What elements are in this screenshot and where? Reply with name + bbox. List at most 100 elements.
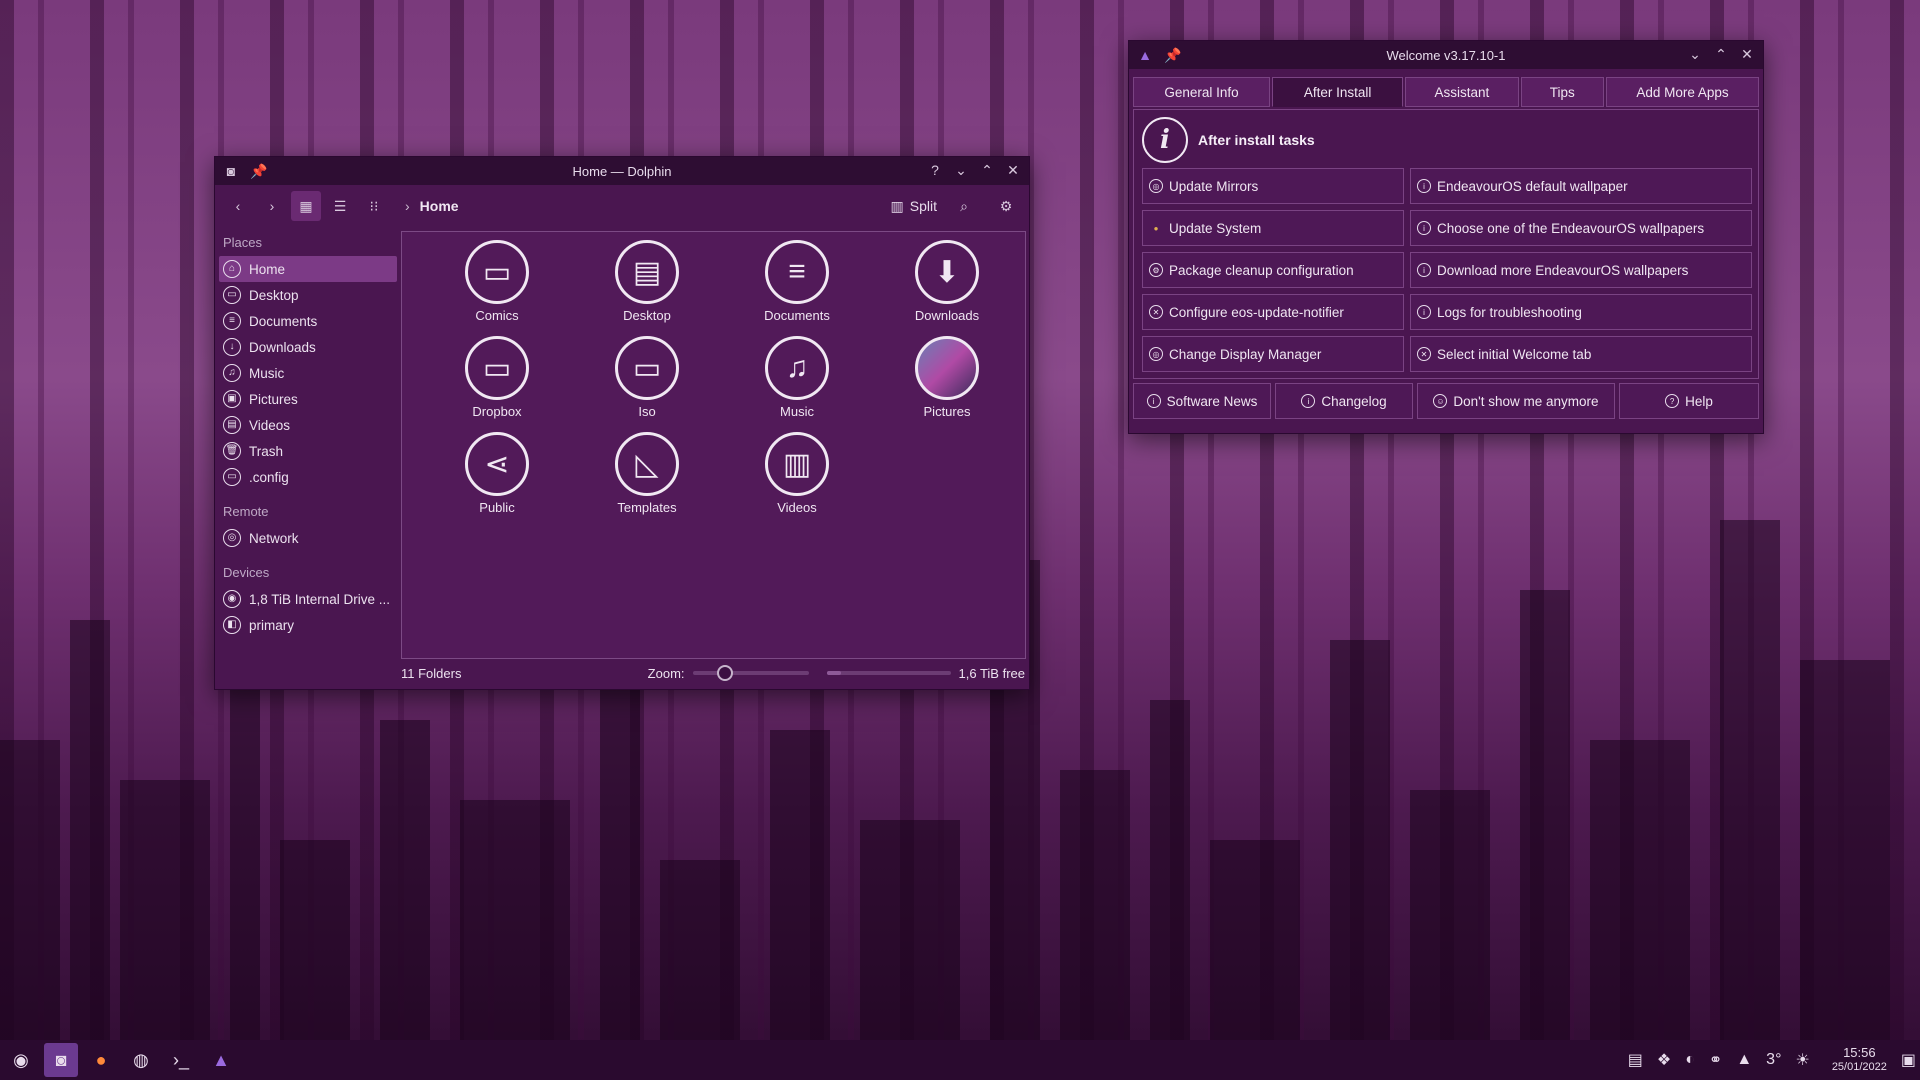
film-icon: ▥ <box>765 432 829 496</box>
file-item[interactable]: ▭ Dropbox <box>422 336 572 432</box>
spotify-icon[interactable]: ◍ <box>124 1043 158 1077</box>
dolphin-app-icon[interactable]: ◙ <box>221 161 241 181</box>
place-desktop[interactable]: ▭ Desktop <box>219 282 397 308</box>
file-view[interactable]: ▭ Comics ▤ Desktop ≡ Documents ⬇ Downloads ▭… <box>401 231 1026 659</box>
music-folder-icon: ♫ <box>765 336 829 400</box>
place-videos[interactable]: ▤ Videos <box>219 412 397 438</box>
update-mirrors-button[interactable]: ◎ Update Mirrors <box>1142 168 1404 204</box>
download-wallpapers-button[interactable]: i Download more EndeavourOS wallpapers <box>1410 252 1752 288</box>
help-button[interactable]: ? Help <box>1619 383 1759 419</box>
network-tray-icon[interactable]: ⚭ <box>1709 1050 1722 1070</box>
place-documents[interactable]: ≡ Documents <box>219 308 397 334</box>
select-initial-tab-button[interactable]: ✕ Select initial Welcome tab <box>1410 336 1752 372</box>
place-network[interactable]: ◎ Network <box>219 525 397 551</box>
tab-assistant[interactable]: Assistant <box>1405 77 1519 107</box>
file-item[interactable]: ⋖ Public <box>422 432 572 528</box>
welcome-tabs: General Info After Install Assistant Tip… <box>1129 69 1763 109</box>
dropbox-icon[interactable]: ❖ <box>1657 1050 1671 1070</box>
clock[interactable]: 15:56 25/01/2022 <box>1832 1046 1887 1074</box>
dolphin-toolbar: ‹ › ▦ ☰ ⁝⁝ › Home ▥ Split ⌕ ⚙ <box>215 185 1029 227</box>
terminal-icon[interactable]: ›_ <box>164 1043 198 1077</box>
file-item[interactable]: ⬇ Downloads <box>872 240 1022 336</box>
file-item[interactable]: ♫ Music <box>722 336 872 432</box>
place-trash[interactable]: 🗑 Trash <box>219 438 397 464</box>
file-item[interactable]: ▤ Desktop <box>572 240 722 336</box>
clock-date: 25/01/2022 <box>1831 1061 1887 1073</box>
choose-wallpaper-button[interactable]: i Choose one of the EndeavourOS wallpaper… <box>1410 210 1752 246</box>
details-view-button[interactable]: ☰ <box>325 191 355 221</box>
trash-icon: 🗑 <box>223 442 241 460</box>
pin-icon[interactable]: 📌 <box>1163 45 1183 65</box>
search-icon: ⌕ <box>960 197 968 214</box>
changelog-button[interactable]: i Changelog <box>1275 383 1413 419</box>
file-item[interactable]: ≡ Documents <box>722 240 872 336</box>
volume-icon[interactable]: ◐ <box>1685 1051 1695 1069</box>
downloads-icon: ↓ <box>223 338 241 356</box>
tab-after-install[interactable]: After Install <box>1272 77 1404 107</box>
minimize-icon[interactable]: ⌄ <box>951 160 971 180</box>
system-tray: ▤ ❖ ◐ ⚭ ▲ 3° ☀ 15:56 25/01/2022 ▣ <box>1628 1046 1916 1074</box>
tab-add-more-apps[interactable]: Add More Apps <box>1606 77 1759 107</box>
tab-tips[interactable]: Tips <box>1520 77 1605 107</box>
menu-button[interactable]: ⚙ <box>991 191 1021 221</box>
info-circle-icon: i <box>1417 221 1431 235</box>
desktop-icon: ▭ <box>223 286 241 304</box>
endeavouros-logo-icon[interactable]: ▲ <box>1135 45 1155 65</box>
file-item[interactable]: ▥ Videos <box>722 432 872 528</box>
forward-button[interactable]: › <box>257 191 287 221</box>
file-item[interactable]: ◺ Templates <box>572 432 722 528</box>
app-launcher-icon[interactable]: ◉ <box>4 1043 38 1077</box>
close-icon[interactable]: ✕ <box>1003 160 1023 180</box>
pager-icon[interactable]: ▤ <box>1628 1050 1643 1070</box>
pin-icon[interactable]: 📌 <box>249 161 269 181</box>
task-dolphin-icon[interactable]: ◙ <box>44 1043 78 1077</box>
place-downloads[interactable]: ↓ Downloads <box>219 334 397 360</box>
package-cleanup-button[interactable]: ⚙ Package cleanup configuration <box>1142 252 1404 288</box>
place-pictures[interactable]: ▣ Pictures <box>219 386 397 412</box>
place-music[interactable]: ♫ Music <box>219 360 397 386</box>
dolphin-titlebar[interactable]: ◙ 📌 Home — Dolphin ? ⌄ ⌃ ✕ <box>215 157 1029 185</box>
show-desktop-icon[interactable]: ▣ <box>1901 1050 1916 1070</box>
place-config[interactable]: ▭ .config <box>219 464 397 490</box>
zoom-slider[interactable] <box>692 665 809 681</box>
compact-view-button[interactable]: ⁝⁝ <box>359 191 389 221</box>
split-button[interactable]: ▥ Split <box>891 198 937 215</box>
change-display-manager-button[interactable]: ◎ Change Display Manager <box>1142 336 1404 372</box>
expand-tray-icon[interactable]: ▲ <box>1736 1051 1752 1069</box>
settings-icon: ⚙ <box>1149 263 1163 277</box>
videos-icon: ▤ <box>223 416 241 434</box>
dont-show-button[interactable]: ☺ Don't show me anymore <box>1417 383 1615 419</box>
default-wallpaper-button[interactable]: i EndeavourOS default wallpaper <box>1410 168 1752 204</box>
help-icon[interactable]: ? <box>925 160 945 180</box>
welcome-titlebar[interactable]: ▲ 📌 Welcome v3.17.10-1 ⌄ ⌃ ✕ <box>1129 41 1763 69</box>
close-icon[interactable]: ✕ <box>1737 44 1757 64</box>
zoom-slider-handle[interactable] <box>716 665 733 681</box>
maximize-icon[interactable]: ⌃ <box>977 160 997 180</box>
info-circle-icon: i <box>1417 263 1431 277</box>
maximize-icon[interactable]: ⌃ <box>1711 44 1731 64</box>
file-item[interactable]: ▭ Iso <box>572 336 722 432</box>
logs-button[interactable]: i Logs for troubleshooting <box>1410 294 1752 330</box>
after-install-panel: i After install tasks ◎ Update Mirrors iE… <box>1133 109 1759 379</box>
device-internal-drive[interactable]: ◉ 1,8 TiB Internal Drive ... <box>219 586 397 612</box>
tab-general-info[interactable]: General Info <box>1133 77 1271 107</box>
split-label: Split <box>909 198 937 214</box>
status-bar: 11 Folders Zoom: 1,6 TiB free <box>401 657 1025 689</box>
place-home[interactable]: ⌂ Home <box>219 256 397 282</box>
back-button[interactable]: ‹ <box>223 191 253 221</box>
file-item[interactable]: Pictures <box>872 336 1022 432</box>
firefox-icon[interactable]: ● <box>84 1043 118 1077</box>
welcome-footer: i Software News i Changelog ☺ Don't show me… <box>1129 379 1763 419</box>
sun-icon[interactable]: ☀ <box>1795 1050 1809 1070</box>
update-system-button[interactable]: ● Update System <box>1142 210 1404 246</box>
configure-notifier-button[interactable]: ✕ Configure eos-update-notifier <box>1142 294 1404 330</box>
breadcrumb[interactable]: Home <box>420 198 459 214</box>
software-news-button[interactable]: i Software News <box>1133 383 1271 419</box>
weather-temp[interactable]: 3° <box>1766 1051 1781 1069</box>
icons-view-button[interactable]: ▦ <box>291 191 321 221</box>
endeavouros-welcome-icon[interactable]: ▲ <box>204 1043 238 1077</box>
file-item[interactable]: ▭ Comics <box>422 240 572 336</box>
minimize-icon[interactable]: ⌄ <box>1685 44 1705 64</box>
device-primary[interactable]: ◧ primary <box>219 612 397 638</box>
search-button[interactable]: ⌕ <box>949 191 979 221</box>
